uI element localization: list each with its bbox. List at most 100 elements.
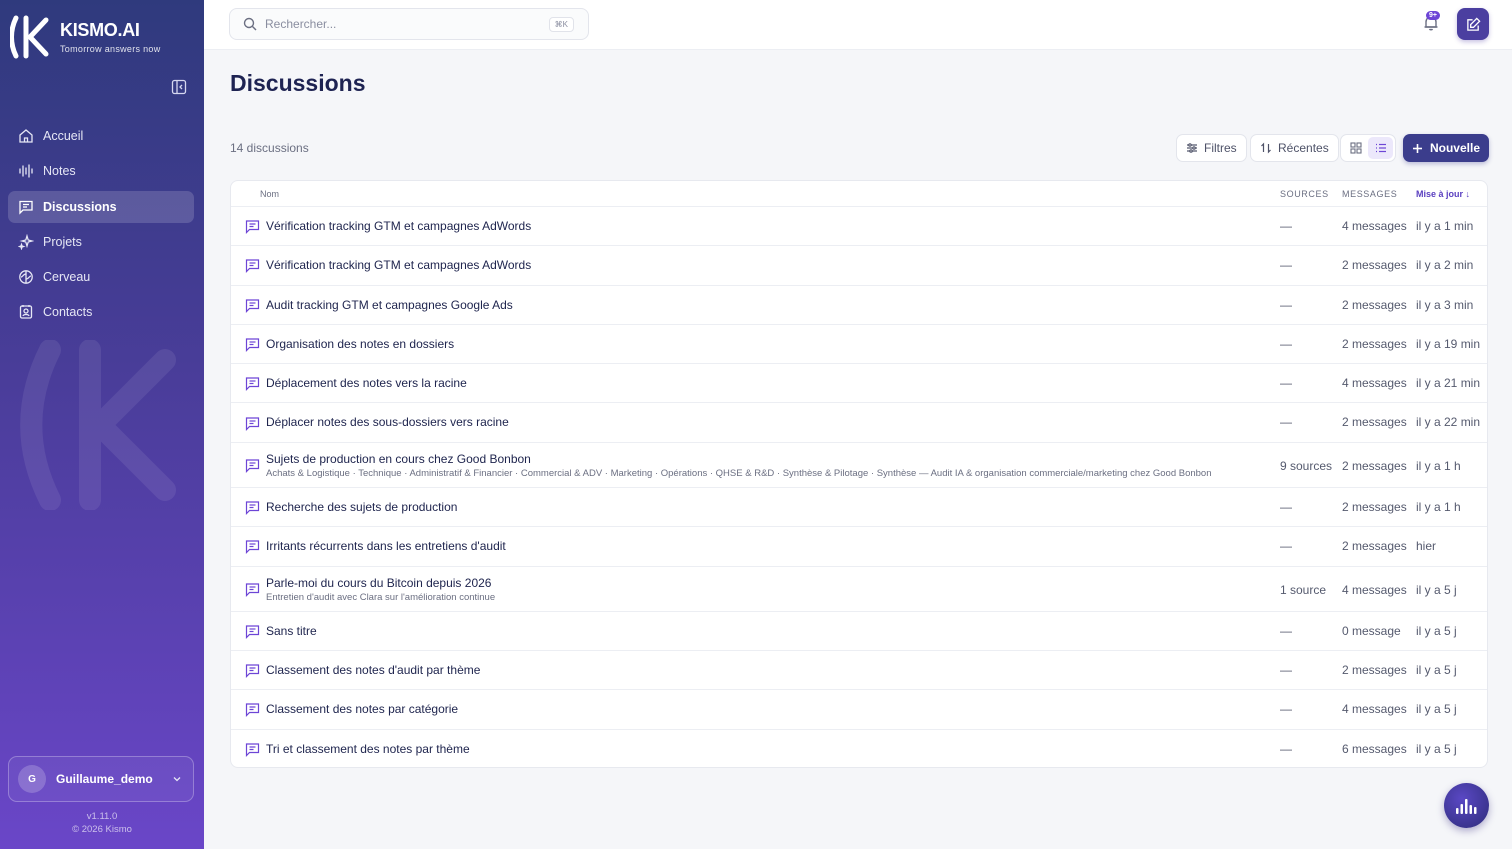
sidebar-item-contacts[interactable]: Contacts: [8, 296, 194, 328]
sidebar-item-label: Cerveau: [43, 270, 91, 285]
messages-cell: 6 messages: [1342, 741, 1407, 756]
assistant-button[interactable]: [1444, 783, 1489, 828]
sources-cell: —: [1280, 499, 1292, 514]
brain-icon: [19, 270, 33, 285]
list-view-button[interactable]: [1368, 137, 1393, 159]
table-row[interactable]: Déplacement des notes vers la racine — 4 m…: [231, 364, 1487, 404]
app-version: v1.11.0 © 2026 Kismo: [0, 810, 204, 836]
table-row[interactable]: Classement des notes d'audit par thème — 2…: [231, 651, 1487, 691]
compose-button[interactable]: [1457, 8, 1489, 40]
discussions-table: Nom SOURCES MESSAGES Mise à jour ↓ Vérif…: [230, 180, 1488, 768]
sources-cell: —: [1280, 623, 1292, 638]
filters-label: Filtres: [1204, 141, 1237, 155]
search-input[interactable]: [265, 17, 549, 31]
discussion-title: Sujets de production en cours chez Good …: [266, 451, 531, 466]
filters-button[interactable]: Filtres: [1176, 134, 1247, 162]
messages-cell: 2 messages: [1342, 458, 1407, 473]
sidebar-item-cerveau[interactable]: Cerveau: [8, 261, 194, 293]
grid-view-button[interactable]: [1343, 137, 1368, 159]
table-row[interactable]: Vérification tracking GTM et campagnes A…: [231, 246, 1487, 286]
sources-cell: —: [1280, 336, 1292, 351]
message-square-icon: [245, 220, 260, 235]
table-row[interactable]: Irritants récurrents dans les entretiens…: [231, 527, 1487, 567]
discussion-title: Organisation des notes en dossiers: [266, 336, 455, 351]
topbar: ⌘K 9+: [204, 0, 1512, 50]
table-row[interactable]: Vérification tracking GTM et campagnes A…: [231, 207, 1487, 247]
plus-icon: [1412, 143, 1422, 153]
sidebar-item-label: Contacts: [43, 305, 93, 320]
discussion-title: Classement des notes d'audit par thème: [266, 663, 481, 678]
updated-cell: il y a 3 min: [1416, 297, 1474, 312]
search-bar[interactable]: ⌘K: [229, 8, 589, 40]
message-square-icon: [245, 377, 260, 392]
updated-cell: il y a 22 min: [1416, 415, 1481, 430]
view-toggle: [1340, 134, 1396, 162]
user-menu[interactable]: G Guillaume_demo: [8, 756, 194, 802]
message-square-icon: [245, 338, 260, 352]
table-row[interactable]: Sujets de production en cours chez Good …: [231, 443, 1487, 488]
updated-cell: il y a 5 j: [1416, 702, 1457, 717]
updated-cell: il y a 2 min: [1416, 258, 1474, 273]
column-header-sources[interactable]: SOURCES: [1280, 189, 1329, 199]
messages-cell: 2 messages: [1342, 539, 1407, 554]
sources-cell: —: [1280, 376, 1292, 391]
discussion-title: Vérification tracking GTM et campagnes A…: [266, 258, 532, 273]
sources-cell: —: [1280, 741, 1292, 756]
column-header-updated[interactable]: Mise à jour ↓: [1416, 189, 1470, 199]
copyright: © 2026 Kismo: [72, 824, 132, 835]
message-square-icon: [245, 459, 260, 473]
messages-cell: 2 messages: [1342, 258, 1407, 273]
discussion-title: Parle-moi du cours du Bitcoin depuis 202…: [266, 575, 492, 590]
kismo-logo-icon: [10, 15, 49, 59]
message-square-icon: [245, 583, 260, 597]
discussion-title: Déplacer notes des sous-dossiers vers ra…: [266, 415, 509, 430]
message-square-icon: [19, 200, 33, 215]
sidebar-item-label: Discussions: [43, 199, 117, 214]
table-row[interactable]: Tri et classement des notes par thème — 6 …: [231, 730, 1487, 767]
sidebar-collapse-icon[interactable]: [171, 79, 187, 95]
column-header-name[interactable]: Nom: [260, 189, 279, 199]
sidebar-item-projets[interactable]: Projets: [8, 226, 194, 258]
column-header-messages[interactable]: MESSAGES: [1342, 189, 1397, 199]
home-icon: [19, 129, 33, 143]
message-square-icon: [245, 540, 260, 555]
table-row[interactable]: Audit tracking GTM et campagnes Google A…: [231, 286, 1487, 325]
sidebar-item-label: Projets: [43, 234, 82, 249]
table-row[interactable]: Déplacer notes des sous-dossiers vers ra…: [231, 403, 1487, 443]
sources-cell: —: [1280, 219, 1292, 233]
discussion-title: Sans titre: [266, 623, 317, 638]
messages-cell: 4 messages: [1342, 582, 1407, 597]
sort-arrows-icon: [1261, 142, 1271, 154]
sidebar-nav: Accueil Notes Discussions Projets Cervea…: [8, 120, 194, 332]
avatar: G: [18, 765, 46, 793]
messages-cell: 2 messages: [1342, 415, 1407, 430]
sources-cell: —: [1280, 539, 1292, 554]
sort-button[interactable]: Récentes: [1250, 134, 1339, 162]
brand-name: KISMO.AI: [60, 20, 140, 40]
sources-cell: —: [1280, 258, 1292, 273]
messages-cell: 4 messages: [1342, 376, 1407, 391]
table-row[interactable]: Recherche des sujets de production — 2 mes…: [231, 488, 1487, 528]
sidebar-item-label: Accueil: [43, 129, 84, 143]
updated-cell: il y a 5 j: [1416, 663, 1457, 678]
table-row[interactable]: Sans titre — 0 message il y a 5 j: [231, 612, 1487, 652]
sidebar-item-notes[interactable]: Notes: [8, 155, 194, 187]
table-row[interactable]: Organisation des notes en dossiers — 2 mes…: [231, 325, 1487, 365]
list-icon: [1375, 143, 1386, 153]
message-square-icon: [245, 501, 260, 516]
new-discussion-button[interactable]: Nouvelle: [1403, 134, 1489, 162]
page-title: Discussions: [230, 70, 366, 96]
contact-book-icon: [19, 305, 33, 320]
discussion-title: Classement des notes par catégorie: [266, 702, 459, 717]
audio-bars-icon: [1455, 798, 1476, 814]
table-row[interactable]: Classement des notes par catégorie — 4 mes…: [231, 690, 1487, 730]
messages-cell: 4 messages: [1342, 219, 1407, 233]
brand[interactable]: KISMO.AI Tomorrow answers now: [10, 14, 161, 60]
sidebar-item-discussions[interactable]: Discussions: [8, 190, 194, 223]
sidebar-item-accueil[interactable]: Accueil: [8, 120, 194, 152]
messages-cell: 2 messages: [1342, 663, 1407, 678]
grid-icon: [1349, 142, 1362, 154]
table-row[interactable]: Parle-moi du cours du Bitcoin depuis 202…: [231, 567, 1487, 612]
updated-cell: il y a 5 j: [1416, 582, 1457, 597]
message-square-icon: [245, 299, 260, 313]
